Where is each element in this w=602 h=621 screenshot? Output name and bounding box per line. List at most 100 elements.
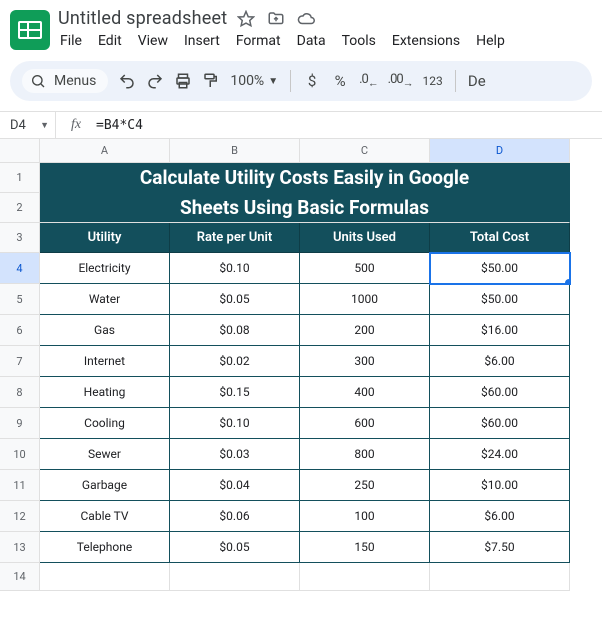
row-header-12[interactable]: 12 <box>0 501 40 532</box>
menu-insert[interactable]: Insert <box>184 33 220 49</box>
cell-total[interactable]: $6.00 <box>430 346 570 377</box>
cell-utility[interactable]: Heating <box>40 377 170 408</box>
cell-units[interactable]: 1000 <box>300 284 430 315</box>
increase-decimal-button[interactable]: .00→ <box>388 72 413 90</box>
more-formats-button[interactable]: 123 <box>423 74 443 88</box>
cell-utility[interactable]: Gas <box>40 315 170 346</box>
row-headers: 1 2 3 45678910111213 14 <box>0 163 40 591</box>
format-currency-button[interactable]: $ <box>303 72 321 90</box>
col-header-b[interactable]: B <box>170 139 300 163</box>
row-header-10[interactable]: 10 <box>0 439 40 470</box>
cell-units[interactable]: 300 <box>300 346 430 377</box>
row-header-3[interactable]: 3 <box>0 223 40 253</box>
cell-rate[interactable]: $0.08 <box>170 315 300 346</box>
menu-format[interactable]: Format <box>236 33 281 49</box>
cell-total[interactable]: $24.00 <box>430 439 570 470</box>
cell-utility[interactable]: Internet <box>40 346 170 377</box>
star-icon[interactable] <box>237 10 255 28</box>
cell[interactable] <box>430 563 570 591</box>
undo-button[interactable] <box>118 72 136 90</box>
menu-extensions[interactable]: Extensions <box>392 33 460 49</box>
row-header-7[interactable]: 7 <box>0 346 40 377</box>
col-header-a[interactable]: A <box>40 139 170 163</box>
cell-total[interactable]: $7.50 <box>430 532 570 563</box>
col-header-c[interactable]: C <box>300 139 430 163</box>
cell-units[interactable]: 800 <box>300 439 430 470</box>
cell-total[interactable]: $50.00 <box>430 253 570 284</box>
menus-search[interactable]: Menus <box>22 69 108 93</box>
menu-data[interactable]: Data <box>297 33 326 49</box>
cell-total[interactable]: $6.00 <box>430 501 570 532</box>
cell-rate[interactable]: $0.06 <box>170 501 300 532</box>
banner-cell[interactable]: Calculate Utility Costs Easily in Google <box>40 163 570 193</box>
cloud-status-icon[interactable] <box>297 10 315 28</box>
name-box[interactable]: D4 ▼ <box>0 112 56 138</box>
menu-tools[interactable]: Tools <box>342 33 376 49</box>
col-header-d[interactable]: D <box>430 139 570 163</box>
format-percent-button[interactable]: % <box>331 72 349 90</box>
header-rate[interactable]: Rate per Unit <box>170 223 300 253</box>
cell-units[interactable]: 400 <box>300 377 430 408</box>
cell-rate[interactable]: $0.10 <box>170 408 300 439</box>
cell[interactable] <box>170 563 300 591</box>
row-header-9[interactable]: 9 <box>0 408 40 439</box>
cell-utility[interactable]: Garbage <box>40 470 170 501</box>
cell-rate[interactable]: $0.05 <box>170 284 300 315</box>
row-header-4[interactable]: 4 <box>0 253 40 284</box>
cell-total[interactable]: $60.00 <box>430 408 570 439</box>
cell-units[interactable]: 500 <box>300 253 430 284</box>
cell-utility[interactable]: Water <box>40 284 170 315</box>
menu-file[interactable]: File <box>60 33 82 49</box>
doc-title[interactable]: Untitled spreadsheet <box>58 8 227 29</box>
zoom-dropdown[interactable]: 100% ▼ <box>230 73 278 89</box>
selection-handle[interactable] <box>565 279 570 284</box>
cell-total[interactable]: $60.00 <box>430 377 570 408</box>
move-folder-icon[interactable] <box>267 10 285 28</box>
cell-total[interactable]: $16.00 <box>430 315 570 346</box>
cell-rate[interactable]: $0.03 <box>170 439 300 470</box>
paint-format-button[interactable] <box>202 72 220 90</box>
cell-utility[interactable]: Cable TV <box>40 501 170 532</box>
row-header-11[interactable]: 11 <box>0 470 40 501</box>
row-header-8[interactable]: 8 <box>0 377 40 408</box>
cell-rate[interactable]: $0.05 <box>170 532 300 563</box>
cell[interactable] <box>40 563 170 591</box>
cell-rate[interactable]: $0.10 <box>170 253 300 284</box>
row-header-5[interactable]: 5 <box>0 284 40 315</box>
banner-cell[interactable]: Sheets Using Basic Formulas <box>40 193 570 223</box>
cell-units[interactable]: 150 <box>300 532 430 563</box>
cell-total[interactable]: $50.00 <box>430 284 570 315</box>
cell-units[interactable]: 200 <box>300 315 430 346</box>
decrease-decimal-button[interactable]: .0← <box>359 72 378 90</box>
menu-edit[interactable]: Edit <box>98 33 122 49</box>
cell-rate[interactable]: $0.15 <box>170 377 300 408</box>
cell-utility[interactable]: Electricity <box>40 253 170 284</box>
print-button[interactable] <box>174 72 192 90</box>
cell-units[interactable]: 600 <box>300 408 430 439</box>
menu-view[interactable]: View <box>138 33 168 49</box>
cell-units[interactable]: 250 <box>300 470 430 501</box>
header-total[interactable]: Total Cost <box>430 223 570 253</box>
cell-units[interactable]: 100 <box>300 501 430 532</box>
banner-line-2: Sheets Using Basic Formulas <box>40 193 569 223</box>
redo-button[interactable] <box>146 72 164 90</box>
row-header-14[interactable]: 14 <box>0 563 40 591</box>
header-utility[interactable]: Utility <box>40 223 170 253</box>
cell-total[interactable]: $10.00 <box>430 470 570 501</box>
cell-rate[interactable]: $0.02 <box>170 346 300 377</box>
select-all-corner[interactable] <box>0 139 40 163</box>
header-units[interactable]: Units Used <box>300 223 430 253</box>
formula-bar[interactable]: =B4*C4 <box>96 118 143 133</box>
row-header-6[interactable]: 6 <box>0 315 40 346</box>
cell-utility[interactable]: Telephone <box>40 532 170 563</box>
row-header-13[interactable]: 13 <box>0 532 40 563</box>
row-header-2[interactable]: 2 <box>0 193 40 223</box>
row-header-1[interactable]: 1 <box>0 163 40 193</box>
cell-rate[interactable]: $0.04 <box>170 470 300 501</box>
cell-utility[interactable]: Cooling <box>40 408 170 439</box>
menu-help[interactable]: Help <box>476 33 505 49</box>
font-dropdown[interactable]: De <box>468 72 486 90</box>
cell-utility[interactable]: Sewer <box>40 439 170 470</box>
cell[interactable] <box>300 563 430 591</box>
sheets-app-icon[interactable] <box>10 10 50 50</box>
